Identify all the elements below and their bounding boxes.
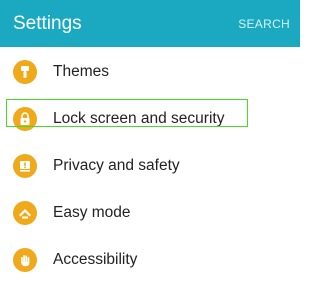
settings-item-privacy-and-safety[interactable]: Privacy and safety	[0, 141, 300, 188]
hand-icon	[13, 248, 37, 272]
settings-item-label: Easy mode	[53, 204, 131, 221]
theme-brush-icon	[13, 60, 37, 84]
settings-item-label: Privacy and safety	[53, 157, 180, 174]
settings-item-label: Accessibility	[53, 251, 138, 268]
settings-item-easy-mode[interactable]: Easy mode	[0, 188, 300, 235]
settings-list: Themes Lock screen and security Privacy …	[0, 47, 300, 282]
settings-item-lock-screen-and-security[interactable]: Lock screen and security	[0, 94, 300, 141]
settings-item-themes[interactable]: Themes	[0, 47, 300, 94]
shield-alert-icon	[13, 154, 37, 178]
page-title: Settings	[13, 13, 82, 34]
settings-item-label: Themes	[53, 63, 109, 80]
easy-mode-icon	[13, 201, 37, 225]
settings-screen: Settings SEARCH Themes Lock screen and s…	[0, 0, 300, 282]
settings-item-accessibility[interactable]: Accessibility	[0, 235, 300, 282]
search-button[interactable]: SEARCH	[238, 16, 290, 32]
highlight-box	[6, 99, 248, 127]
app-bar: Settings SEARCH	[0, 0, 300, 47]
